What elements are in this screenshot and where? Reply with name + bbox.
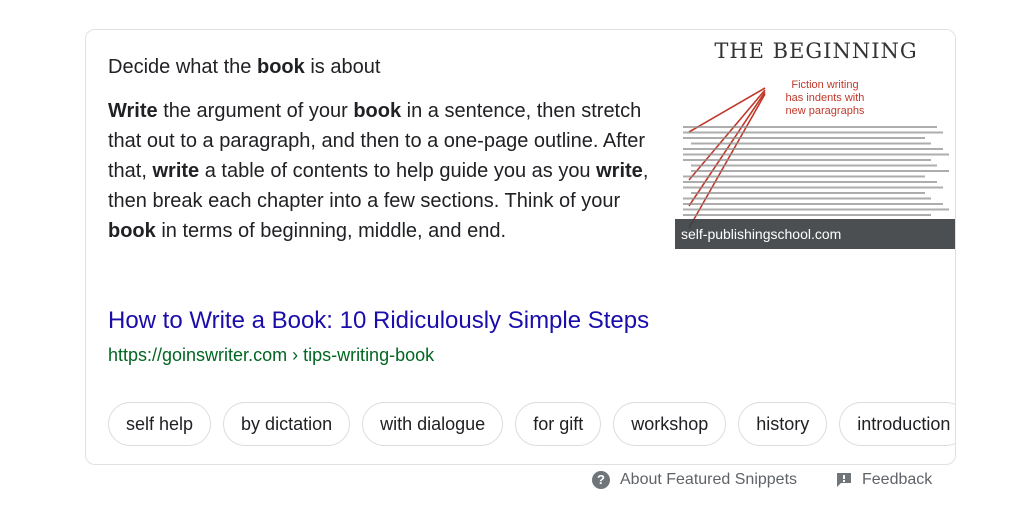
chip-with-dialogue[interactable]: with dialogue xyxy=(362,402,504,446)
thumbnail-annotation-2: has indents with xyxy=(786,92,865,104)
result-url[interactable]: https://goinswriter.com › tips-writing-b… xyxy=(108,343,434,367)
about-label: About Featured Snippets xyxy=(620,471,798,488)
snippet-text-run: a table of contents to help guide you as… xyxy=(199,160,597,182)
feedback-link[interactable]: Feedback xyxy=(836,471,932,489)
heading-text: Decide what the xyxy=(108,56,257,78)
snippet-bold-text: book xyxy=(353,100,402,122)
snippet-bold-text: Write xyxy=(108,100,158,122)
heading-bold-text: book xyxy=(256,56,305,78)
about-featured-snippets-link[interactable]: ? About Featured Snippets xyxy=(592,471,797,489)
snippet-footer: ? About Featured Snippets Feedback xyxy=(0,471,1023,493)
snippet-thumbnail[interactable]: THE BEGINNING Fiction writing has indent… xyxy=(675,30,955,249)
snippet-bold-text: write xyxy=(152,160,200,182)
snippet-text: Write the argument of your book in a sen… xyxy=(108,96,653,246)
thumbnail-source: self-publishingschool.com xyxy=(675,219,955,249)
help-icon: ? xyxy=(592,471,610,489)
snippet-bold-text: write xyxy=(596,160,643,182)
thumbnail-image: THE BEGINNING Fiction writing has indent… xyxy=(683,39,949,229)
annotation-arrows xyxy=(688,87,766,229)
chip-by-dictation[interactable]: by dictation xyxy=(223,402,351,446)
chip-for-gift[interactable]: for gift xyxy=(515,402,602,446)
chip-history[interactable]: history xyxy=(738,402,828,446)
feedback-label: Feedback xyxy=(862,471,933,488)
snippet-text-run: the argument of your xyxy=(157,100,354,122)
result-title-link[interactable]: How to Write a Book: 10 Ridiculously Sim… xyxy=(108,306,649,336)
thumbnail-annotation-1: Fiction writing xyxy=(791,79,858,91)
thumbnail-heading: THE BEGINNING xyxy=(714,39,917,63)
related-chips: self help by dictation with dialogue for gi… xyxy=(108,402,955,446)
snippet-bold-text: book xyxy=(108,220,156,242)
thumbnail-annotation-3: new paragraphs xyxy=(786,105,865,117)
snippet-heading: Decide what the book is about xyxy=(108,54,380,80)
snippet-text-run: in terms of beginning, middle, and end. xyxy=(155,220,506,242)
heading-text: is about xyxy=(304,56,381,78)
chip-workshop[interactable]: workshop xyxy=(613,402,727,446)
feedback-icon xyxy=(837,473,851,487)
chip-self-help[interactable]: self help xyxy=(108,402,212,446)
chip-introduction[interactable]: introduction xyxy=(839,402,955,446)
featured-snippet-card: Decide what the book is about Write the … xyxy=(85,29,956,465)
